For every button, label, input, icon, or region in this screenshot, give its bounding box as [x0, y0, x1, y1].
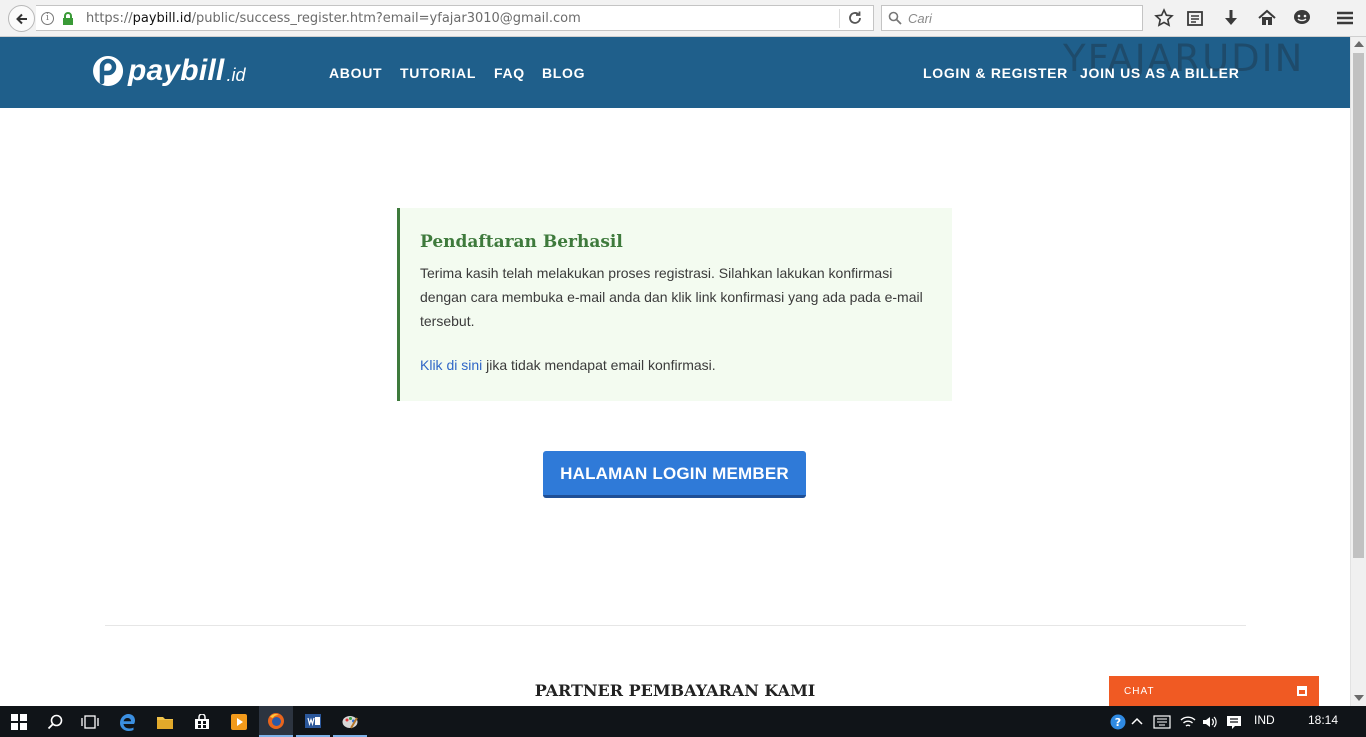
- nav-blog[interactable]: BLOG: [542, 65, 585, 81]
- taskbar-search-button[interactable]: [38, 706, 72, 737]
- scroll-up-icon[interactable]: [1354, 41, 1364, 47]
- info-icon[interactable]: i: [41, 12, 54, 25]
- paybill-logo-icon: [93, 56, 124, 86]
- scroll-down-icon[interactable]: [1354, 695, 1364, 701]
- store-icon: [195, 713, 209, 729]
- menu-icon[interactable]: [1335, 8, 1355, 28]
- chat-bubble-icon[interactable]: [1292, 8, 1312, 28]
- download-icon[interactable]: [1221, 8, 1241, 28]
- address-bar[interactable]: i https://paybill.id/public/success_regi…: [36, 5, 874, 31]
- search-icon: [888, 11, 902, 25]
- clock[interactable]: 18:14: [1308, 713, 1338, 727]
- nav-join-biller[interactable]: JOIN US AS A BILLER: [1080, 65, 1240, 81]
- chat-widget[interactable]: CHAT: [1109, 676, 1319, 706]
- home-icon[interactable]: [1257, 8, 1277, 28]
- url-path: /public/success_register.htm?email=yfaja…: [191, 11, 581, 26]
- taskbar-media-player[interactable]: [222, 706, 256, 737]
- nav-about[interactable]: ABOUT: [329, 65, 382, 81]
- firefox-icon: [268, 712, 284, 729]
- alert-title: Pendaftaran Berhasil: [420, 232, 623, 252]
- start-button[interactable]: [2, 706, 36, 737]
- site-header: paybill .id ABOUT TUTORIAL FAQ BLOG YFAJ…: [0, 37, 1350, 108]
- scroll-thumb[interactable]: [1353, 53, 1364, 558]
- logo-text: paybill: [128, 54, 225, 87]
- logo-suffix: .id: [226, 65, 246, 85]
- search-placeholder: Cari: [908, 11, 932, 26]
- taskbar: ? IND 18:14: [0, 706, 1366, 737]
- success-alert: Pendaftaran Berhasil Terima kasih telah …: [397, 208, 952, 401]
- taskbar-firefox[interactable]: [259, 706, 293, 737]
- lock-icon[interactable]: [62, 12, 74, 26]
- alert-link-rest: jika tidak mendapat email konfirmasi.: [482, 357, 716, 373]
- browser-toolbar: i https://paybill.id/public/success_regi…: [0, 0, 1366, 37]
- edge-icon: [120, 713, 135, 731]
- resend-confirmation-link[interactable]: Klik di sini: [420, 357, 482, 373]
- language-indicator[interactable]: IND: [1254, 713, 1275, 727]
- media-player-icon: [231, 713, 247, 730]
- chat-minimize-icon[interactable]: [1297, 686, 1307, 696]
- wifi-icon[interactable]: [1180, 715, 1196, 729]
- taskbar-file-explorer[interactable]: [148, 706, 182, 737]
- task-view-button[interactable]: [73, 706, 107, 737]
- alert-body: Terima kasih telah melakukan proses regi…: [420, 265, 923, 329]
- input-method-icon[interactable]: [1153, 715, 1171, 729]
- svg-text:?: ?: [1115, 716, 1121, 729]
- action-center-icon[interactable]: [1226, 714, 1242, 730]
- bookmark-star-icon[interactable]: [1154, 8, 1174, 28]
- web-page: paybill .id ABOUT TUTORIAL FAQ BLOG YFAJ…: [0, 37, 1350, 706]
- windows-logo-icon: [11, 713, 27, 730]
- taskbar-edge[interactable]: [110, 706, 144, 737]
- nav-login-register[interactable]: LOGIN & REGISTER: [923, 65, 1068, 81]
- back-button[interactable]: [8, 5, 35, 32]
- volume-icon[interactable]: [1201, 714, 1217, 730]
- url-text[interactable]: https://paybill.id/public/success_regist…: [86, 11, 581, 26]
- word-icon: [305, 713, 321, 728]
- section-divider: [105, 625, 1246, 626]
- login-member-button[interactable]: HALAMAN LOGIN MEMBER: [543, 451, 806, 498]
- folder-icon: [157, 716, 173, 729]
- back-arrow-icon: [15, 13, 27, 24]
- paybill-logo[interactable]: paybill .id: [91, 51, 245, 91]
- url-prefix: https://: [86, 11, 133, 26]
- help-icon[interactable]: ?: [1110, 714, 1126, 730]
- search-box[interactable]: Cari: [881, 5, 1143, 31]
- url-host: paybill.id: [132, 11, 192, 26]
- task-view-icon: [81, 714, 99, 729]
- nav-tutorial[interactable]: TUTORIAL: [400, 65, 476, 81]
- taskbar-paint[interactable]: [333, 706, 367, 737]
- search-icon: [47, 714, 63, 729]
- paint-icon: [342, 715, 358, 729]
- vertical-scrollbar[interactable]: [1350, 37, 1366, 706]
- reload-icon[interactable]: [847, 10, 863, 26]
- url-divider: [839, 9, 840, 28]
- taskbar-word[interactable]: [296, 706, 330, 737]
- alert-link-line: Klik di sini jika tidak mendapat email k…: [420, 357, 716, 373]
- nav-faq[interactable]: FAQ: [494, 65, 525, 81]
- taskbar-store[interactable]: [185, 706, 219, 737]
- show-hidden-icons-chevron-icon[interactable]: [1131, 717, 1143, 725]
- chat-label: CHAT: [1124, 686, 1155, 697]
- reading-list-icon[interactable]: [1185, 8, 1205, 28]
